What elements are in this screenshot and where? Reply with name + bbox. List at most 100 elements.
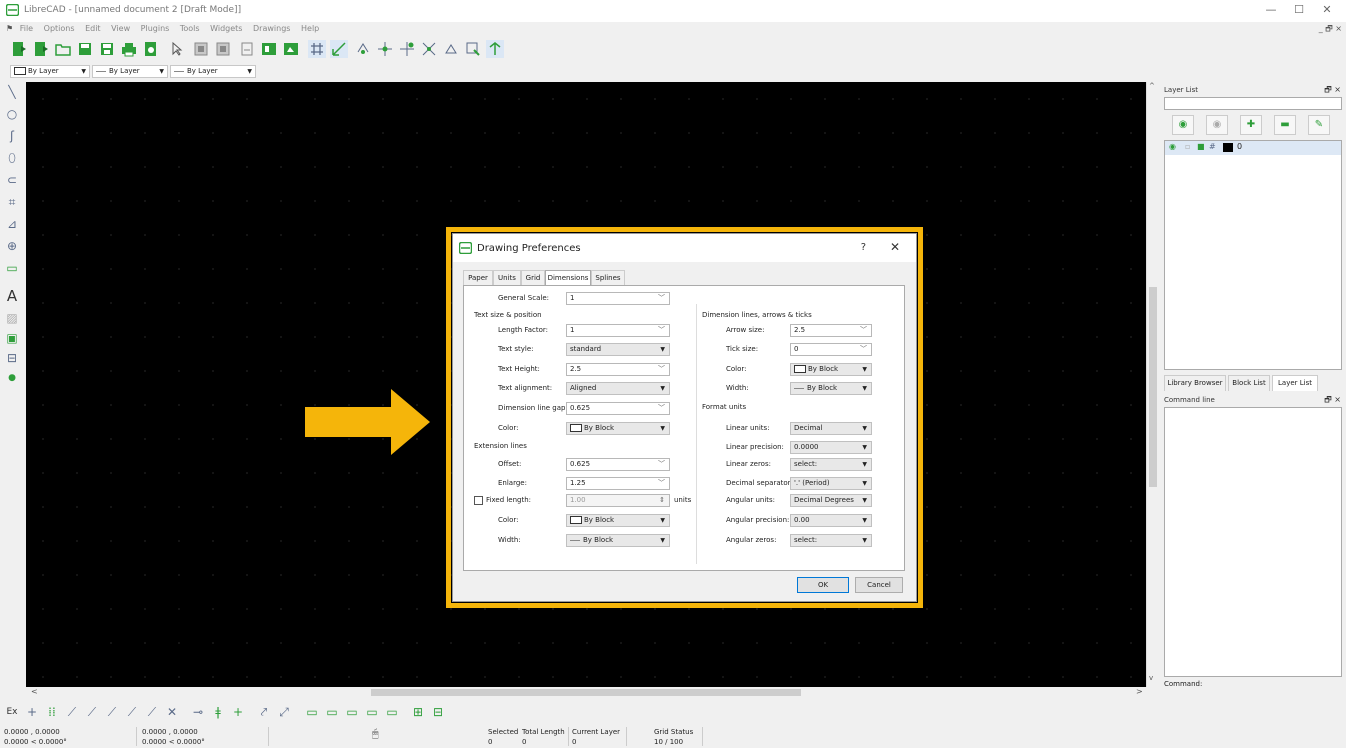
add-view-icon[interactable]: ⊞ xyxy=(410,704,426,720)
dimension-tool-icon[interactable]: ⊿ xyxy=(4,216,20,232)
lock-icon[interactable]: ▫ xyxy=(1185,142,1190,151)
show-all-layers-icon[interactable]: ◉ xyxy=(1172,115,1194,135)
new-file-icon[interactable] xyxy=(10,40,28,58)
menu-drawings[interactable]: Drawings xyxy=(253,22,290,36)
image-tool-icon[interactable]: ▣ xyxy=(4,330,20,346)
line-tool-icon[interactable]: ╲ xyxy=(4,84,20,100)
snap-free-icon[interactable] xyxy=(354,40,372,58)
linewidth-combo[interactable]: By Layer ▼ xyxy=(170,65,256,78)
open-folder-icon[interactable] xyxy=(54,40,72,58)
scroll-left-icon[interactable]: < xyxy=(31,687,38,696)
restrict-orthogonal-icon[interactable]: + xyxy=(230,704,246,720)
remove-layer-icon[interactable]: ▬ xyxy=(1274,115,1296,135)
print-icon[interactable] xyxy=(120,40,138,58)
curve-tool-icon[interactable]: ʃ xyxy=(4,128,20,144)
menu-tools[interactable]: Tools xyxy=(180,22,200,36)
layer-color-swatch[interactable] xyxy=(1223,143,1233,152)
menu-help[interactable]: Help xyxy=(301,22,319,36)
visibility-icon[interactable]: ◉ xyxy=(1169,142,1176,151)
color-combo[interactable]: By Layer ▼ xyxy=(10,65,90,78)
point-tool-icon[interactable]: ● xyxy=(4,370,20,386)
snap-on-entity-icon[interactable]: ⟋ xyxy=(84,704,100,720)
insert-image-icon[interactable] xyxy=(282,40,300,58)
add-layer-icon[interactable]: ✚ xyxy=(1240,115,1262,135)
snap-free-icon[interactable]: + xyxy=(24,704,40,720)
menu-edit[interactable]: Edit xyxy=(85,22,101,36)
new-from-template-icon[interactable] xyxy=(32,40,50,58)
horizontal-scrollbar[interactable]: < > xyxy=(26,687,1146,698)
save-icon[interactable] xyxy=(76,40,94,58)
hide-all-layers-icon[interactable]: ◉ xyxy=(1206,115,1228,135)
snap-center-icon[interactable] xyxy=(442,40,460,58)
circle-tool-icon[interactable]: ○ xyxy=(4,106,20,122)
layer-filter-input[interactable] xyxy=(1164,97,1342,110)
measure-tool-icon[interactable]: ▭ xyxy=(4,260,20,276)
tab-library-browser[interactable]: Library Browser xyxy=(1164,375,1226,391)
hatch-tool-icon[interactable]: ▨ xyxy=(4,310,20,326)
maximize-button[interactable]: ☐ xyxy=(1286,2,1312,18)
view-4-icon[interactable]: ▭ xyxy=(364,704,380,720)
scroll-right-icon[interactable]: > xyxy=(1136,687,1143,696)
modify-tool-icon[interactable]: ⊕ xyxy=(4,238,20,254)
menu-plugins[interactable]: Plugins xyxy=(141,22,170,36)
view-5-icon[interactable]: ▭ xyxy=(384,704,400,720)
menu-widgets[interactable]: Widgets xyxy=(210,22,242,36)
layer-row[interactable]: ◉ ▫ ■ # 0 xyxy=(1165,141,1341,155)
linetype-combo[interactable]: By Layer ▼ xyxy=(92,65,168,78)
paste-icon[interactable] xyxy=(238,40,256,58)
snap-endpoint-icon[interactable] xyxy=(398,40,416,58)
view-1-icon[interactable]: ▭ xyxy=(304,704,320,720)
block-tool-icon[interactable]: ⊟ xyxy=(4,350,20,366)
snap-intersection-icon[interactable]: ✕ xyxy=(164,704,180,720)
snap-grid-icon[interactable]: ⁞⁞ xyxy=(44,704,60,720)
menu-view[interactable]: View xyxy=(111,22,130,36)
construction-icon[interactable]: # xyxy=(1209,142,1216,151)
tab-block-list[interactable]: Block List xyxy=(1228,375,1270,391)
snap-endpoint-icon[interactable]: ⟋ xyxy=(64,704,80,720)
exclusive-snap-label[interactable]: Ex xyxy=(4,704,20,720)
snap-intersection-icon[interactable] xyxy=(420,40,438,58)
polyline-tool-icon[interactable]: ⊂ xyxy=(4,172,20,188)
ellipse-tool-icon[interactable]: ⬯ xyxy=(4,150,20,166)
print-preview-icon[interactable] xyxy=(142,40,160,58)
copy-icon[interactable] xyxy=(214,40,232,58)
save-as-icon[interactable] xyxy=(98,40,116,58)
selected-label: Selected xyxy=(488,728,519,736)
block-icon[interactable] xyxy=(260,40,278,58)
scroll-up-icon[interactable]: ^ xyxy=(1149,82,1155,90)
menu-file[interactable]: File xyxy=(20,22,33,36)
snap-distance-icon[interactable]: ⟋ xyxy=(144,704,160,720)
relative-zero-icon[interactable]: ⤤ xyxy=(256,704,272,720)
tab-layer-list[interactable]: Layer List xyxy=(1272,375,1318,391)
restrict-horizontal-icon[interactable]: ⊸ xyxy=(190,704,206,720)
dock-float-close-icon[interactable]: 🗗 × xyxy=(1324,84,1341,98)
command-input-row[interactable]: Command: xyxy=(1160,678,1346,692)
snap-center-icon[interactable]: ⟋ xyxy=(104,704,120,720)
mdi-window-controls[interactable]: _ 🗗 × xyxy=(1319,23,1342,37)
snap-middle-icon[interactable]: ⟋ xyxy=(124,704,140,720)
edit-layer-icon[interactable]: ✎ xyxy=(1308,115,1330,135)
close-button[interactable]: ✕ xyxy=(1314,2,1340,18)
vertical-scrollbar[interactable]: ^ v xyxy=(1146,82,1158,687)
grid-toggle-icon[interactable] xyxy=(308,40,326,58)
select-pointer-icon[interactable] xyxy=(168,40,186,58)
select-tool-icon[interactable]: ⌗ xyxy=(4,194,20,210)
restrict-icon[interactable] xyxy=(464,40,482,58)
dock-float-close-icon[interactable]: 🗗 × xyxy=(1324,394,1341,408)
lock-relative-zero-icon[interactable]: ⤢ xyxy=(276,704,292,720)
vertical-scroll-thumb[interactable] xyxy=(1149,287,1157,487)
scroll-down-icon[interactable]: v xyxy=(1149,674,1153,682)
snap-grid-icon[interactable] xyxy=(376,40,394,58)
cut-icon[interactable] xyxy=(192,40,210,58)
view-3-icon[interactable]: ▭ xyxy=(344,704,360,720)
menu-options[interactable]: Options xyxy=(44,22,75,36)
snap-middle-icon[interactable] xyxy=(486,40,504,58)
draft-mode-icon[interactable] xyxy=(330,40,348,58)
print-icon[interactable]: ■ xyxy=(1197,142,1205,151)
minimize-button[interactable]: — xyxy=(1258,2,1284,18)
horizontal-scroll-thumb[interactable] xyxy=(371,689,801,696)
remove-view-icon[interactable]: ⊟ xyxy=(430,704,446,720)
view-2-icon[interactable]: ▭ xyxy=(324,704,340,720)
text-tool-icon[interactable]: A xyxy=(4,288,20,304)
restrict-vertical-icon[interactable]: ǂ xyxy=(210,704,226,720)
